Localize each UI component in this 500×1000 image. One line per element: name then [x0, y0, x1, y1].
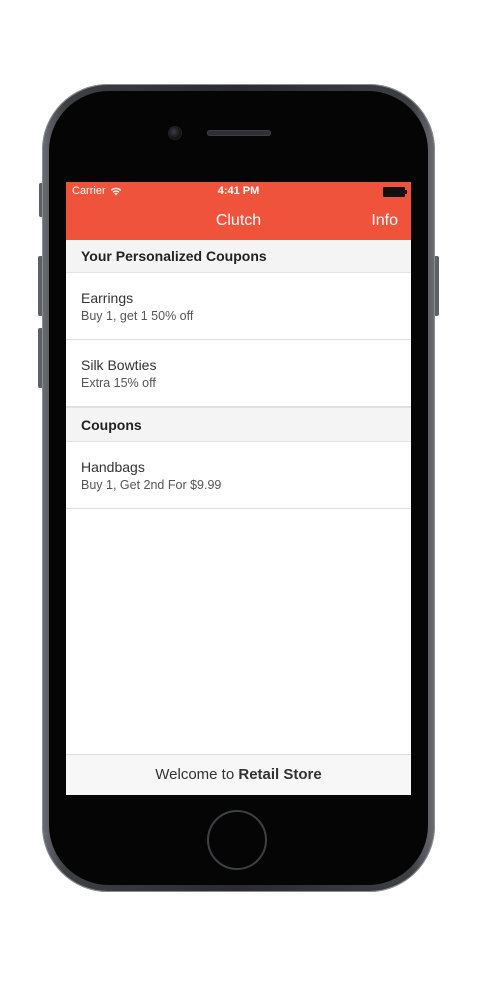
page: Carrier 4:41 PM Clutch Info Your Persona… [0, 0, 500, 1000]
list-item-silk-bowties[interactable]: Silk Bowties Extra 15% off [66, 340, 411, 407]
list-item-title: Earrings [81, 290, 134, 306]
welcome-footer: Welcome to Retail Store [66, 754, 411, 795]
top-bar: Carrier 4:41 PM Clutch Info [66, 182, 411, 240]
info-button[interactable]: Info [371, 212, 398, 230]
coupon-list: Your Personalized Coupons Earrings Buy 1… [66, 240, 411, 509]
list-item-subtitle: Buy 1, get 1 50% off [81, 309, 194, 323]
list-item-subtitle: Extra 15% off [81, 376, 156, 390]
list-item-earrings[interactable]: Earrings Buy 1, get 1 50% off [66, 273, 411, 340]
section-header-coupons: Coupons [66, 407, 411, 442]
app-screen: Carrier 4:41 PM Clutch Info Your Persona… [66, 182, 411, 795]
speaker-grille [207, 130, 271, 136]
footer-prefix: Welcome to [155, 766, 239, 783]
battery-icon [383, 187, 407, 197]
list-item-subtitle: Buy 1, Get 2nd For $9.99 [81, 478, 222, 492]
front-camera-icon [169, 127, 181, 139]
nav-title: Clutch [215, 212, 262, 229]
list-item-title: Silk Bowties [81, 357, 157, 373]
footer-store-name: Retail Store [238, 766, 322, 783]
section-header-personalized: Your Personalized Coupons [66, 240, 411, 273]
navigation-bar: Clutch Info [66, 202, 411, 240]
status-bar: Carrier 4:41 PM [66, 182, 411, 200]
status-time: 4:41 PM [217, 185, 260, 197]
home-button[interactable] [207, 810, 267, 870]
list-item-handbags[interactable]: Handbags Buy 1, Get 2nd For $9.99 [66, 442, 411, 509]
list-item-title: Handbags [81, 459, 145, 475]
